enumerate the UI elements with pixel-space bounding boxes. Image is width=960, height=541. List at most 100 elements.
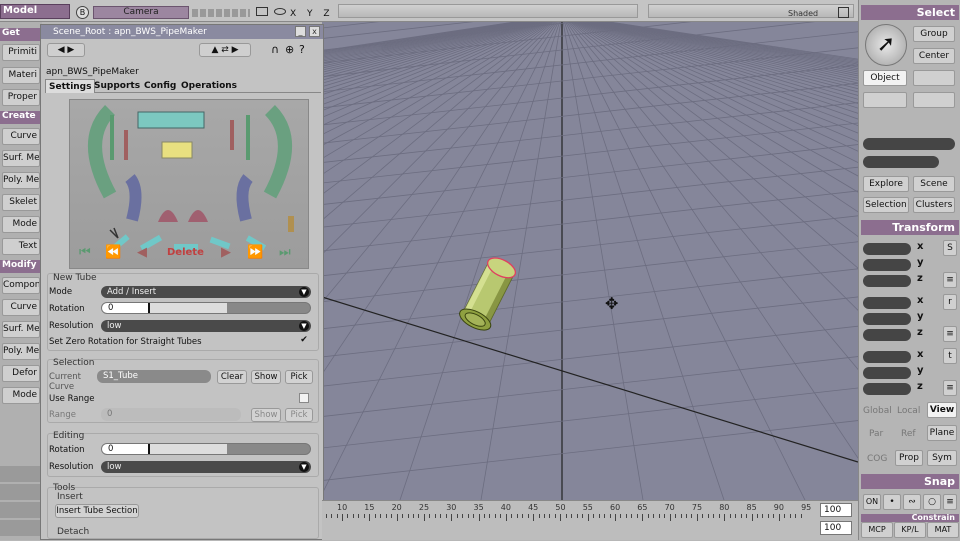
axes-toggle[interactable]: X Y Z <box>290 9 334 19</box>
cog-button[interactable]: COG <box>867 454 887 464</box>
current-curve-field[interactable]: S1_Tube <box>97 370 211 383</box>
timeline[interactable]: 10 15 20 25 30 35 40 45 50 55 60 65 70 75 80 85 90 95 100… <box>322 500 858 540</box>
selection-button[interactable]: Selection <box>863 197 909 213</box>
prev-icon[interactable]: ◀ <box>137 245 147 260</box>
sym-button[interactable]: Sym <box>927 450 957 466</box>
rotate-y-field[interactable] <box>863 313 911 325</box>
next-icon[interactable]: ▶ <box>221 245 231 260</box>
display-mode[interactable]: Shaded <box>788 9 818 18</box>
lock-icon[interactable]: ∩ <box>271 43 279 56</box>
tab-operations[interactable]: Operations <box>178 79 240 93</box>
prev-fast-icon[interactable]: ⏪ <box>105 245 121 260</box>
selection-field-1[interactable] <box>863 138 955 150</box>
create-skeleton-button[interactable]: Skelet <box>2 194 40 211</box>
first-icon[interactable]: ⏮ <box>79 245 91 260</box>
select-arrow-icon[interactable]: ➚ <box>865 24 907 66</box>
rotation-slider[interactable]: 0 <box>101 302 311 314</box>
clear-button[interactable]: Clear <box>217 370 247 384</box>
tab-settings[interactable]: Settings <box>45 79 96 93</box>
scale-button[interactable]: S <box>943 240 957 256</box>
prop-button[interactable]: Prop <box>895 450 923 466</box>
scale-menu-icon[interactable]: ≡ <box>943 272 957 288</box>
translate-button[interactable]: t <box>943 348 957 364</box>
view-buttons[interactable] <box>192 9 250 17</box>
modify-component-button[interactable]: Compon <box>2 277 40 294</box>
eye-icon[interactable] <box>274 8 286 15</box>
3d-viewport[interactable]: ✥ <box>322 22 858 500</box>
help-icon[interactable]: ? <box>299 43 305 56</box>
scale-x-field[interactable] <box>863 243 911 255</box>
maximize-icon[interactable] <box>838 7 849 18</box>
end-frame-field-2[interactable]: 100 <box>820 521 852 535</box>
object-button[interactable]: Object <box>863 70 907 86</box>
global-button[interactable]: Global <box>863 406 892 416</box>
range-pick-button[interactable]: Pick <box>285 408 313 422</box>
snap-point-icon[interactable]: • <box>883 494 901 510</box>
select-filter-2[interactable] <box>863 92 907 108</box>
snap-curve-icon[interactable]: ∾ <box>903 494 921 510</box>
edit-rotation-slider[interactable]: 0 <box>101 443 311 455</box>
create-surface-button[interactable]: Surf. Me <box>2 150 40 167</box>
mode-dropdown[interactable]: Add / Insert ▼ <box>101 286 311 298</box>
show-button[interactable]: Show <box>251 370 281 384</box>
snap-on-button[interactable]: ON <box>863 494 881 510</box>
monitor-icon[interactable] <box>256 7 268 16</box>
local-button[interactable]: Local <box>897 406 920 416</box>
ref-button[interactable]: Ref <box>901 429 916 439</box>
modify-surface-button[interactable]: Surf. Me <box>2 321 40 338</box>
create-polymesh-button[interactable]: Poly. Me <box>2 172 40 189</box>
modify-polymesh-button[interactable]: Poly. Me <box>2 343 40 360</box>
scale-y-field[interactable] <box>863 259 911 271</box>
translate-z-field[interactable] <box>863 383 911 395</box>
mode-selector[interactable]: Model <box>0 4 70 19</box>
resolution-dropdown[interactable]: low ▼ <box>101 320 311 332</box>
select-filter-3[interactable] <box>913 92 955 108</box>
selection-field-2[interactable] <box>863 156 939 168</box>
minimize-icon[interactable]: _ <box>295 26 306 37</box>
refresh-icon[interactable]: ⊕ <box>285 43 294 56</box>
rotate-z-field[interactable] <box>863 329 911 341</box>
kpl-tab[interactable]: KP/L <box>894 522 926 538</box>
plane-button[interactable]: Plane <box>927 425 957 441</box>
modify-model-button[interactable]: Mode <box>2 387 40 404</box>
tab-supports[interactable]: Supports <box>91 79 143 93</box>
close-icon[interactable]: x <box>309 26 320 37</box>
translate-menu-icon[interactable]: ≡ <box>943 380 957 396</box>
group-button[interactable]: Group <box>913 26 955 42</box>
range-show-button[interactable]: Show <box>251 408 281 422</box>
scale-z-field[interactable] <box>863 275 911 287</box>
panel-title[interactable]: Scene_Root : apn_BWS_PipeMaker <box>41 25 323 39</box>
create-curve-button[interactable]: Curve <box>2 128 40 145</box>
center-button[interactable]: Center <box>913 48 955 64</box>
palette-tool-icons[interactable] <box>0 466 40 538</box>
mcp-tab[interactable]: MCP <box>861 522 893 538</box>
get-property-button[interactable]: Proper <box>2 89 40 106</box>
create-model-button[interactable]: Mode <box>2 216 40 233</box>
next-fast-icon[interactable]: ⏩ <box>247 245 263 260</box>
create-text-button[interactable]: Text <box>2 238 40 255</box>
insert-tube-section-button[interactable]: Insert Tube Section <box>55 504 139 518</box>
timeline-ruler[interactable]: 10 15 20 25 30 35 40 45 50 55 60 65 70 75 80 85 90 95 <box>322 501 818 541</box>
translate-x-field[interactable] <box>863 351 911 363</box>
select-filter-1[interactable] <box>913 70 955 86</box>
rotate-button[interactable]: r <box>943 294 957 310</box>
explore-button[interactable]: Explore <box>863 176 909 192</box>
modify-curve-button[interactable]: Curve <box>2 299 40 316</box>
end-frame-field[interactable]: 100 <box>820 503 852 517</box>
clusters-button[interactable]: Clusters <box>913 197 955 213</box>
get-primitive-button[interactable]: Primiti <box>2 44 40 61</box>
modify-deform-button[interactable]: Defor <box>2 365 40 382</box>
par-button[interactable]: Par <box>869 429 883 439</box>
view-controls-right[interactable] <box>648 4 854 18</box>
property-name[interactable]: apn_BWS_PipeMaker <box>46 67 139 77</box>
tab-config[interactable]: Config <box>141 79 179 93</box>
snap-grid-icon[interactable]: ○ <box>923 494 941 510</box>
panel-nav-arrows[interactable]: ▲ ⇄ ▶ <box>199 43 251 57</box>
scene-button[interactable]: Scene <box>913 176 955 192</box>
view-controls[interactable] <box>338 4 638 18</box>
use-range-checkbox[interactable] <box>299 393 309 403</box>
last-icon[interactable]: ⏭ <box>279 245 291 260</box>
delete-button[interactable]: Delete <box>167 247 204 258</box>
nav-back-forward[interactable]: ◀ ▶ <box>47 43 85 57</box>
translate-y-field[interactable] <box>863 367 911 379</box>
